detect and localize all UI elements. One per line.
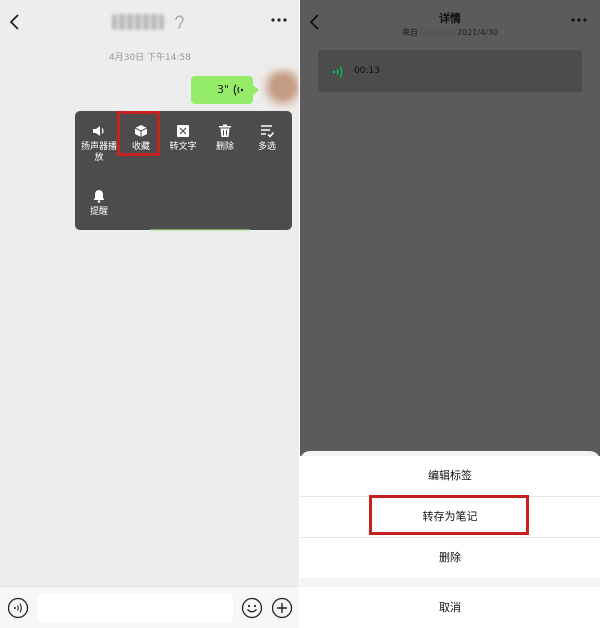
bell-icon <box>92 189 106 203</box>
subtitle-source-label: 来自 <box>401 28 418 37</box>
voice-card-duration: 00:13 <box>354 66 380 76</box>
voice-duration: 3" <box>217 83 230 96</box>
sheet-cancel-button[interactable]: 取消 <box>300 587 600 628</box>
menu-pointer-shadow <box>150 229 250 231</box>
menu-label-multi-select: 多选 <box>257 142 276 152</box>
action-sheet: 编辑标签 转存为笔记 删除 取消 <box>300 451 600 628</box>
menu-label-convert-text: 转文字 <box>169 142 197 152</box>
voice-message-bubble[interactable]: 3" <box>191 76 253 104</box>
menu-item-remind[interactable]: 提醒 <box>79 189 119 218</box>
voice-input-icon[interactable] <box>7 597 29 619</box>
subtitle-date: 2021/4/30 <box>457 28 499 37</box>
favorite-detail-screen: 详情 来自 2021/4/30 00:13 编辑标签 转存为笔记 删除 取消 <box>300 0 600 628</box>
save-as-note-highlight-box <box>369 495 529 535</box>
menu-label-delete: 删除 <box>215 142 234 152</box>
message-input[interactable] <box>37 594 233 622</box>
back-icon[interactable] <box>8 12 22 32</box>
source-name-redacted <box>420 29 455 36</box>
page-title: 详情 <box>439 12 461 25</box>
multi-select-icon <box>260 124 274 138</box>
menu-item-delete[interactable]: 删除 <box>205 124 245 153</box>
more-icon[interactable] <box>570 16 588 24</box>
message-timestamp: 4月30日 下午14:58 <box>109 53 191 63</box>
menu-item-convert-text[interactable]: 转文字 <box>163 124 203 153</box>
voice-card[interactable]: 00:13 <box>318 50 582 92</box>
chat-screen: 4月30日 下午14:58 3" 扬声器播放 收藏 转文字 删除 多选 提醒 <box>0 0 300 628</box>
more-icon[interactable] <box>270 16 288 24</box>
favorite-highlight-box <box>117 111 160 156</box>
voice-play-icon <box>331 64 345 83</box>
trash-icon <box>218 124 232 138</box>
menu-label-remind: 提醒 <box>89 207 108 217</box>
detail-header: 详情 来自 2021/4/30 <box>300 0 600 44</box>
avatar[interactable] <box>262 68 300 110</box>
convert-text-icon <box>176 124 190 138</box>
ear-icon <box>174 14 184 30</box>
input-bar <box>0 586 300 628</box>
chat-name-redacted <box>112 14 164 30</box>
chat-header <box>0 0 300 44</box>
menu-item-speaker[interactable]: 扬声器播放 <box>79 124 119 164</box>
menu-item-multi-select[interactable]: 多选 <box>247 124 287 153</box>
menu-label-speaker: 扬声器播放 <box>80 142 117 163</box>
speaker-icon <box>92 124 106 138</box>
message-context-menu: 扬声器播放 收藏 转文字 删除 多选 提醒 <box>75 111 292 230</box>
detail-subtitle: 来自 2021/4/30 <box>300 27 600 38</box>
voice-wave-icon <box>231 82 245 101</box>
sheet-item-edit-tags[interactable]: 编辑标签 <box>300 456 600 496</box>
sheet-item-delete[interactable]: 删除 <box>300 538 600 578</box>
plus-icon[interactable] <box>271 597 293 619</box>
emoji-icon[interactable] <box>241 597 263 619</box>
bubble-tail <box>252 84 259 96</box>
